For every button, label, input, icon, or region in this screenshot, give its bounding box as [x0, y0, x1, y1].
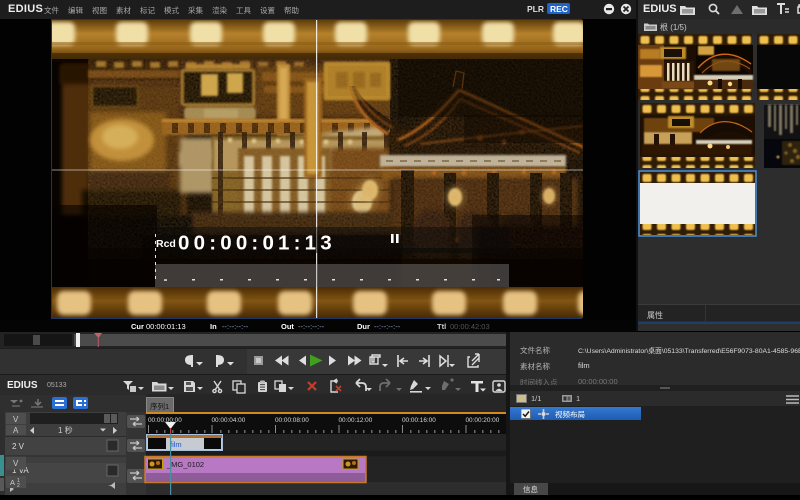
svg-text:A: A [13, 426, 19, 435]
svg-text:2: 2 [17, 483, 20, 489]
svg-text:V: V [13, 459, 19, 468]
svg-text:00:00:00:00: 00:00:00:00 [148, 417, 182, 424]
svg-text:Rcd: Rcd [156, 238, 176, 250]
svg-text:00:00:04:00: 00:00:04:00 [212, 417, 246, 424]
svg-text:00:00:16:00: 00:00:16:00 [402, 417, 436, 424]
svg-text:00:00:08:00: 00:00:08:00 [275, 417, 309, 424]
svg-text:1 秒: 1 秒 [58, 425, 73, 435]
svg-text:A: A [10, 478, 15, 487]
svg-text:film: film [170, 440, 182, 449]
svg-text:00:00:20:00: 00:00:20:00 [466, 417, 500, 424]
svg-text:V: V [13, 415, 19, 424]
svg-text:_MG_0102: _MG_0102 [166, 460, 204, 469]
svg-text:00:00:12:00: 00:00:12:00 [339, 417, 373, 424]
svg-text:2 V: 2 V [12, 442, 25, 451]
svg-text:00:00:01:13: 00:00:01:13 [178, 232, 336, 255]
